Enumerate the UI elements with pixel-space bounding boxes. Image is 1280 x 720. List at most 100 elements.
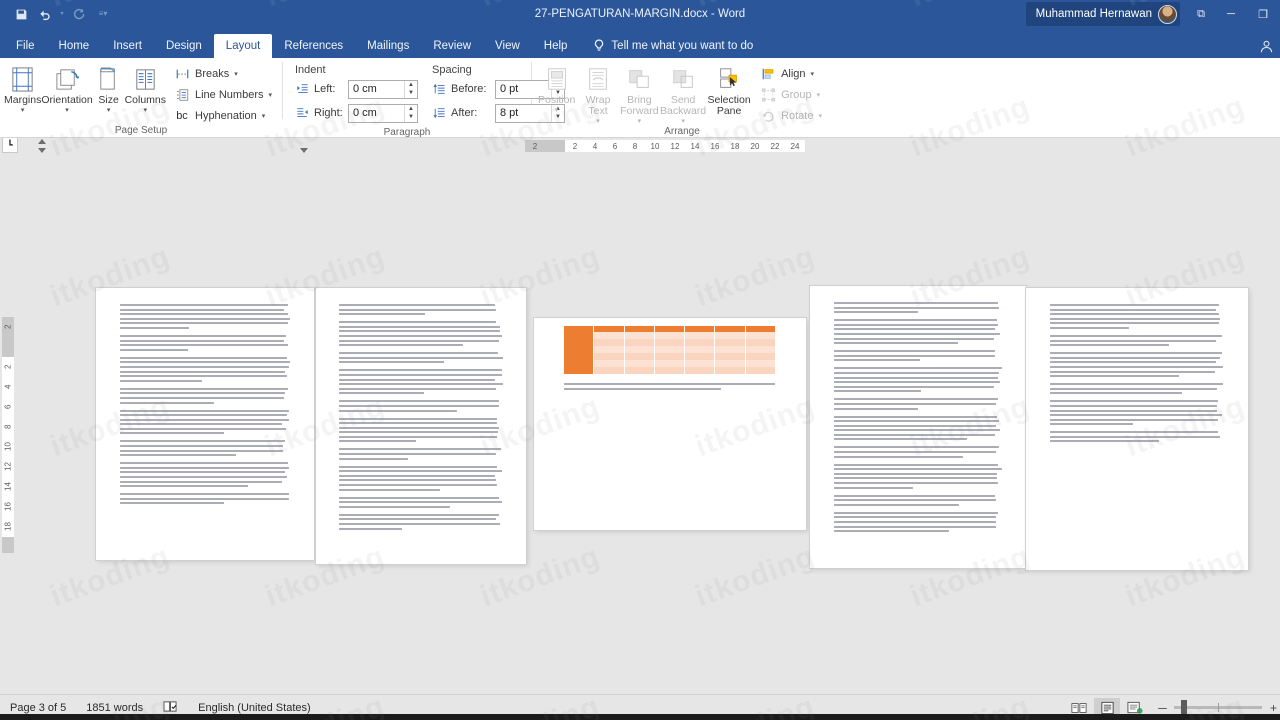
- page-4[interactable]: [810, 286, 1026, 568]
- indent-left-input[interactable]: 0 cm ▲ ▼: [348, 80, 418, 99]
- indent-right-stepper[interactable]: ▲ ▼: [404, 105, 417, 122]
- table-cell[interactable]: [685, 339, 715, 346]
- table-row[interactable]: [564, 346, 776, 353]
- right-indent-marker[interactable]: [300, 148, 308, 153]
- table-row[interactable]: [564, 360, 776, 367]
- table-cell[interactable]: [685, 346, 715, 353]
- table-cell[interactable]: [564, 339, 594, 346]
- selection-pane-button[interactable]: Selection Pane: [706, 61, 752, 117]
- tab-view[interactable]: View: [483, 34, 532, 58]
- table-cell[interactable]: [594, 360, 624, 367]
- orientation-button[interactable]: Orientation ▾: [41, 61, 92, 115]
- customize-quick-access-toolbar-icon[interactable]: ≡▾: [92, 4, 114, 24]
- first-line-indent-marker[interactable]: [38, 139, 46, 144]
- table-cell[interactable]: [564, 346, 594, 353]
- table-cell[interactable]: [746, 360, 776, 367]
- undo-icon[interactable]: [34, 4, 56, 24]
- margins-button[interactable]: Margins ▾: [4, 61, 41, 115]
- tab-stop-selector[interactable]: ┗: [2, 138, 18, 153]
- table-row[interactable]: [564, 367, 776, 374]
- table-cell[interactable]: [625, 332, 655, 339]
- table-cell[interactable]: [715, 360, 745, 367]
- page-3-center[interactable]: [534, 318, 806, 530]
- page-5[interactable]: [1026, 288, 1248, 570]
- table-cell[interactable]: [715, 367, 745, 374]
- table-cell[interactable]: [746, 332, 776, 339]
- page-indicator[interactable]: Page 3 of 5: [0, 702, 76, 714]
- table-cell[interactable]: [594, 339, 624, 346]
- hanging-indent-marker[interactable]: [38, 148, 46, 153]
- zoom-slider[interactable]: [1174, 706, 1262, 709]
- document-table[interactable]: [564, 326, 776, 374]
- zoom-out-button[interactable]: ─: [1158, 701, 1167, 715]
- table-row[interactable]: [564, 332, 776, 339]
- table-cell[interactable]: [564, 360, 594, 367]
- line-numbers-button[interactable]: Line Numbers ▾: [170, 86, 276, 104]
- tab-insert[interactable]: Insert: [101, 34, 154, 58]
- tab-layout[interactable]: Layout: [214, 34, 273, 58]
- table-cell[interactable]: [594, 346, 624, 353]
- table-cell[interactable]: [564, 353, 594, 360]
- breaks-button[interactable]: Breaks ▾: [170, 65, 276, 83]
- zoom-in-button[interactable]: +: [1269, 701, 1278, 715]
- document-canvas[interactable]: [0, 152, 1280, 694]
- table-cell[interactable]: [625, 339, 655, 346]
- hyphenation-button[interactable]: bc Hyphenation ▾: [170, 107, 276, 125]
- table-cell[interactable]: [655, 339, 685, 346]
- share-icon[interactable]: [1259, 34, 1274, 58]
- align-button[interactable]: Align ▾: [756, 65, 826, 83]
- table-cell[interactable]: [655, 332, 685, 339]
- tab-mailings[interactable]: Mailings: [355, 34, 421, 58]
- table-cell[interactable]: [594, 353, 624, 360]
- tab-home[interactable]: Home: [47, 34, 102, 58]
- table-cell[interactable]: [685, 367, 715, 374]
- ruler-scale[interactable]: 2 2 4 6 8 10 12 14 16 18 20 22 24: [525, 140, 805, 152]
- table-cell[interactable]: [685, 353, 715, 360]
- columns-button[interactable]: Columns ▾: [125, 61, 166, 115]
- redo-icon[interactable]: [68, 4, 90, 24]
- table-cell[interactable]: [746, 353, 776, 360]
- table-cell[interactable]: [625, 367, 655, 374]
- minimize-button[interactable]: ─: [1216, 0, 1246, 28]
- account-button[interactable]: Muhammad Hernawan: [1026, 2, 1180, 26]
- ribbon-display-options-icon[interactable]: ⧉: [1186, 0, 1216, 28]
- table-row[interactable]: [564, 353, 776, 360]
- indent-left-stepper[interactable]: ▲ ▼: [404, 81, 417, 98]
- table-cell[interactable]: [715, 346, 745, 353]
- undo-dropdown-icon[interactable]: ▾: [58, 4, 66, 24]
- table-cell[interactable]: [655, 353, 685, 360]
- horizontal-ruler[interactable]: ┗ 2 2 4 6 8 10 12 14 16 18 20 22 24: [0, 138, 1280, 154]
- table-cell[interactable]: [746, 346, 776, 353]
- table-cell[interactable]: [625, 353, 655, 360]
- tell-me-search[interactable]: Tell me what you want to do: [579, 34, 763, 58]
- table-cell[interactable]: [564, 367, 594, 374]
- table-cell[interactable]: [594, 367, 624, 374]
- table-cell[interactable]: [655, 360, 685, 367]
- table-cell[interactable]: [655, 367, 685, 374]
- table-cell[interactable]: [746, 339, 776, 346]
- table-row[interactable]: [564, 339, 776, 346]
- vertical-ruler-scale[interactable]: 2 2 4 6 8 10 12 14 16 18: [2, 317, 14, 553]
- vertical-ruler[interactable]: 2 2 4 6 8 10 12 14 16 18: [0, 152, 16, 552]
- table-cell[interactable]: [655, 346, 685, 353]
- size-button[interactable]: Size ▾: [93, 61, 125, 115]
- table-cell[interactable]: [715, 339, 745, 346]
- table-cell[interactable]: [625, 346, 655, 353]
- language-indicator[interactable]: English (United States): [188, 702, 321, 714]
- table-cell[interactable]: [594, 332, 624, 339]
- indent-right-input[interactable]: 0 cm ▲ ▼: [348, 104, 418, 123]
- zoom-control[interactable]: ─ +: [1150, 701, 1278, 715]
- table-cell[interactable]: [685, 360, 715, 367]
- table-cell[interactable]: [715, 353, 745, 360]
- tab-references[interactable]: References: [272, 34, 355, 58]
- page-2[interactable]: [96, 288, 314, 560]
- tab-design[interactable]: Design: [154, 34, 214, 58]
- tab-file[interactable]: File: [4, 34, 47, 58]
- zoom-slider-thumb[interactable]: [1181, 700, 1187, 715]
- restore-button[interactable]: ❐: [1246, 0, 1280, 28]
- table-cell[interactable]: [685, 332, 715, 339]
- table-cell[interactable]: [625, 360, 655, 367]
- page-3-left[interactable]: [316, 288, 526, 564]
- table-cell[interactable]: [564, 332, 594, 339]
- word-count[interactable]: 1851 words: [76, 702, 153, 714]
